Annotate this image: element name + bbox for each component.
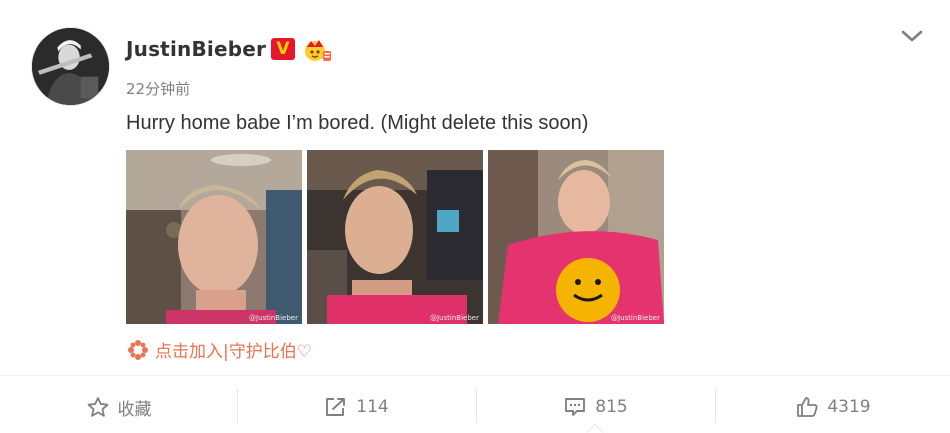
- repost-button[interactable]: 114: [238, 390, 475, 424]
- comment-button[interactable]: 815: [477, 390, 714, 424]
- chevron-down-icon[interactable]: [900, 27, 924, 45]
- photo-watermark: @JustinBieber: [249, 314, 298, 322]
- thumbs-up-icon: [797, 397, 818, 417]
- like-count: 4319: [827, 397, 871, 417]
- crown-icon[interactable]: [302, 37, 332, 63]
- like-button[interactable]: 4319: [716, 390, 950, 424]
- repost-count: 114: [356, 397, 389, 417]
- username[interactable]: JustinBieber: [126, 37, 266, 61]
- weibo-post: JustinBieber V 22分钟前 Hurry home babe I’m…: [0, 0, 950, 433]
- avatar[interactable]: [31, 27, 110, 106]
- promo-link[interactable]: 点击加入|守护比伯♡: [126, 337, 312, 362]
- post-text: Hurry home babe I’m bored. (Might delete…: [126, 112, 589, 134]
- verified-v-icon[interactable]: V: [271, 38, 295, 60]
- timestamp[interactable]: 22分钟前: [126, 78, 190, 99]
- comment-icon: [565, 398, 586, 416]
- photo-watermark: @JustinBieber: [611, 314, 660, 322]
- flower-icon: [126, 339, 150, 361]
- favorite-label: 收藏: [117, 399, 152, 420]
- post-photo-3[interactable]: @JustinBieber: [488, 150, 664, 324]
- post-photo-1[interactable]: @JustinBieber: [126, 150, 302, 324]
- photo-watermark: @JustinBieber: [430, 314, 479, 322]
- star-icon: [87, 397, 108, 417]
- favorite-button[interactable]: 收藏: [0, 390, 237, 424]
- promo-text[interactable]: 点击加入|守护比伯♡: [155, 337, 312, 362]
- comment-count: 815: [595, 397, 628, 417]
- divider: [0, 375, 950, 376]
- post-photo-2[interactable]: @JustinBieber: [307, 150, 483, 324]
- repost-icon: [326, 398, 346, 416]
- comment-pointer: [586, 423, 604, 433]
